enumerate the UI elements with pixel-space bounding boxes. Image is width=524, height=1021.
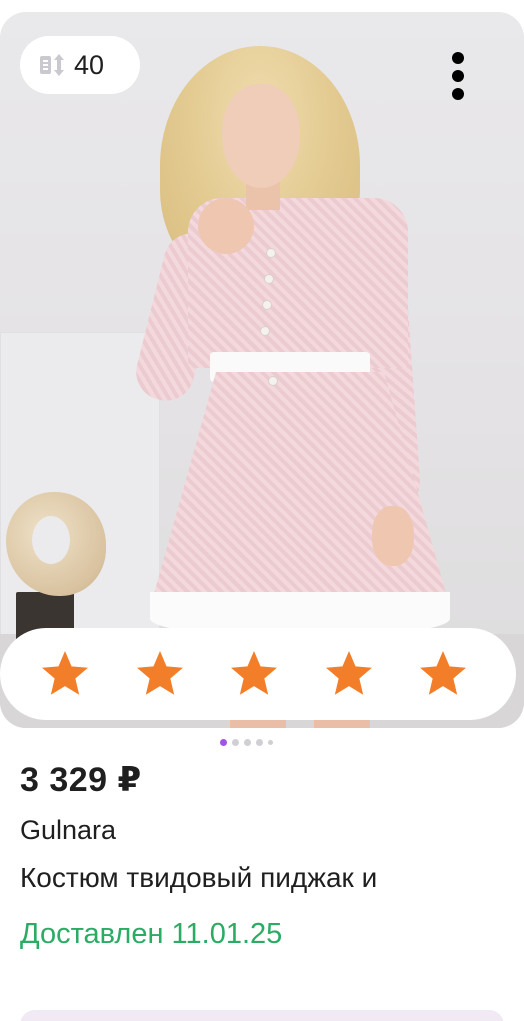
pagination-dot xyxy=(268,739,273,745)
gallery-pagination xyxy=(220,737,273,747)
delivery-status: Доставлен 11.01.25 xyxy=(20,918,283,950)
star-icon[interactable] xyxy=(227,647,281,701)
size-badge: 40 xyxy=(20,36,140,94)
decor-vase-hole xyxy=(32,516,70,564)
product-brand[interactable]: Gulnara xyxy=(20,815,116,846)
pagination-dot xyxy=(256,738,263,746)
jacket-button xyxy=(266,248,276,258)
jacket-button xyxy=(260,326,270,336)
product-card[interactable]: 40 3 329 ₽ Gulnara Костюм твидовый пиджа… xyxy=(0,0,524,1021)
star-icon[interactable] xyxy=(416,647,470,701)
rating-bar[interactable] xyxy=(0,628,516,720)
jacket-button xyxy=(262,300,272,310)
star-icon[interactable] xyxy=(133,647,187,701)
pagination-dot xyxy=(232,738,239,746)
size-value: 40 xyxy=(74,49,105,80)
model-right-hand xyxy=(372,506,414,566)
skirt-button xyxy=(268,376,278,386)
jacket-button xyxy=(264,274,274,284)
dot xyxy=(452,70,464,82)
dot xyxy=(452,88,464,100)
model-hand xyxy=(198,198,254,254)
product-title[interactable]: Костюм твидовый пиджак и xyxy=(20,862,510,894)
more-options-button[interactable] xyxy=(440,40,476,112)
star-icon[interactable] xyxy=(38,647,92,701)
product-price: 3 329 ₽ xyxy=(20,761,142,799)
pagination-dot-active xyxy=(220,738,227,746)
star-icon[interactable] xyxy=(322,647,376,701)
dot xyxy=(452,52,464,64)
product-photo[interactable] xyxy=(0,12,524,728)
pagination-dot xyxy=(244,738,251,746)
size-arrows-icon xyxy=(40,54,64,76)
next-card-edge xyxy=(20,1010,504,1021)
model-face xyxy=(222,84,300,188)
